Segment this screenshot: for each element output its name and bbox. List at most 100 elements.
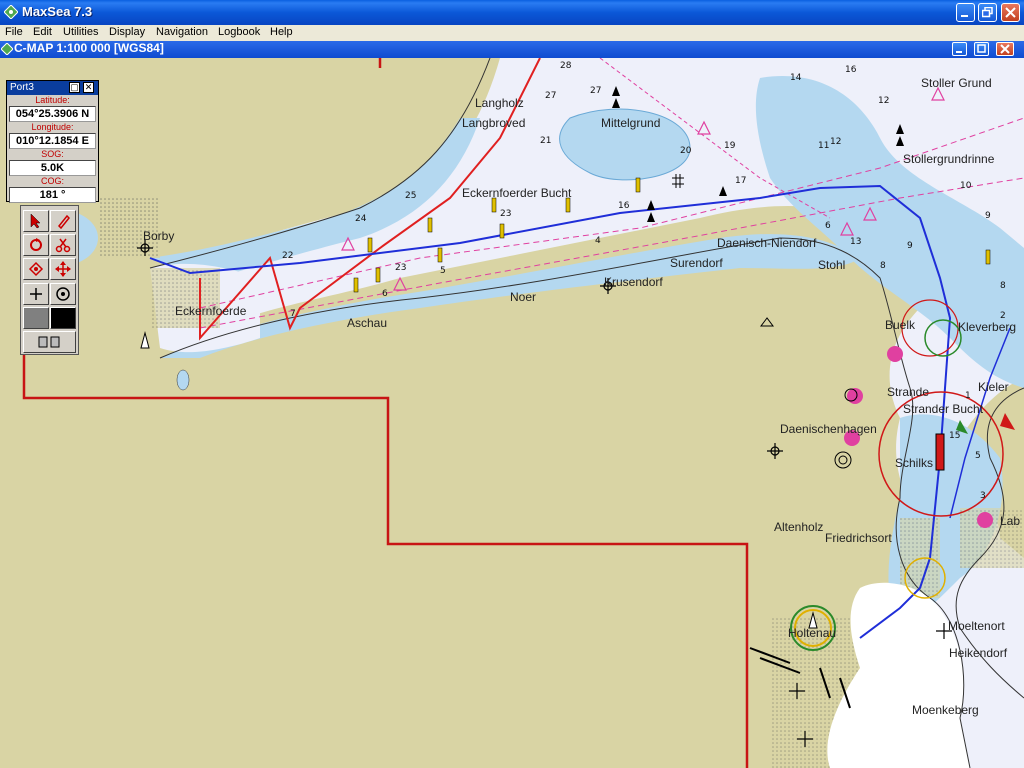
place-label: Schilks xyxy=(895,456,934,470)
menu-utilities[interactable]: Utilities xyxy=(63,26,98,38)
chart-window-icon xyxy=(1,43,13,55)
place-label: Stohl xyxy=(818,258,846,272)
menu-logbook[interactable]: Logbook xyxy=(218,26,260,38)
maxsea-app-icon xyxy=(4,5,18,19)
color-swatch-grey[interactable] xyxy=(23,307,49,329)
svg-text:23: 23 xyxy=(500,209,511,219)
menu-navigation[interactable]: Navigation xyxy=(156,26,208,38)
place-label: Friedrichsort xyxy=(825,531,892,545)
place-label: Moenkeberg xyxy=(912,703,979,717)
menu-bar: File Edit Utilities Display Navigation L… xyxy=(0,25,1024,41)
color-swatch-black[interactable] xyxy=(50,307,76,329)
tool-palette xyxy=(20,205,79,355)
svg-text:9: 9 xyxy=(985,211,991,221)
urban-area-eckernfoerde xyxy=(150,268,220,328)
rotate-icon xyxy=(30,238,42,251)
restore-button[interactable] xyxy=(978,3,997,22)
target-tool-button[interactable] xyxy=(50,283,76,305)
peak-symbol-icon xyxy=(760,317,774,327)
restore-icon xyxy=(982,7,993,18)
svg-text:16: 16 xyxy=(618,201,630,211)
nav-panel-title-bar[interactable]: Port3 ▢ ✕ xyxy=(7,81,98,95)
scissors-tool-button[interactable] xyxy=(50,234,76,256)
place-label: Daenischenhagen xyxy=(780,422,877,436)
move-tool-button[interactable] xyxy=(50,258,76,280)
svg-text:5: 5 xyxy=(975,451,981,461)
svg-text:15: 15 xyxy=(949,431,960,441)
place-label: Eckernfoerder Bucht xyxy=(462,186,572,200)
place-label: Noer xyxy=(510,290,537,304)
svg-text:20: 20 xyxy=(680,146,692,156)
chart-window-title-bar[interactable]: C-MAP 1:100 000 [WGS84] xyxy=(0,41,1024,58)
lake xyxy=(176,369,190,391)
cog-value: 181 ° xyxy=(9,187,96,203)
svg-text:19: 19 xyxy=(724,141,736,151)
place-label: Lab xyxy=(1000,514,1021,528)
svg-text:17: 17 xyxy=(735,176,746,186)
pointer-icon xyxy=(30,213,41,229)
chart-canvas[interactable]: 282727 211411 161217 2524 23 222320 19161… xyxy=(0,58,1024,768)
nautical-chart[interactable]: 28 27 27 21 14 11 16 12 17 25 24 23 22 23 20 19 16 1… xyxy=(0,58,1024,768)
crosshair-tool-button[interactable] xyxy=(23,283,49,305)
place-label: Holtenau xyxy=(788,626,837,640)
place-label: Moeltenort xyxy=(948,619,1005,633)
svg-text:13: 13 xyxy=(850,237,861,247)
menu-edit[interactable]: Edit xyxy=(33,26,52,38)
svg-text:12: 12 xyxy=(830,137,841,147)
scissors-icon xyxy=(55,238,71,253)
close-button[interactable] xyxy=(1001,3,1020,22)
latitude-label: Latitude: xyxy=(35,95,70,105)
longitude-value: 010°12.1854 E xyxy=(9,133,96,149)
svg-text:9: 9 xyxy=(907,241,913,251)
close-icon xyxy=(1000,44,1010,54)
menu-file[interactable]: File xyxy=(5,26,23,38)
place-label: Stoller Grund xyxy=(921,76,992,90)
app-title-bar[interactable]: MaxSea 7.3 xyxy=(0,0,1024,25)
svg-text:21: 21 xyxy=(540,136,551,146)
nav-panel-close-button[interactable]: ✕ xyxy=(83,82,94,93)
place-label: Kieler xyxy=(978,380,1009,394)
window-title: MaxSea 7.3 xyxy=(22,4,93,19)
lighthouse-icon xyxy=(140,331,818,629)
minimize-icon xyxy=(961,15,968,17)
chart-minimize-button[interactable] xyxy=(952,42,967,56)
nav-panel-restore-button[interactable]: ▢ xyxy=(69,82,80,93)
svg-text:16: 16 xyxy=(845,65,857,75)
route-icon xyxy=(28,261,44,277)
svg-text:23: 23 xyxy=(395,263,406,273)
pencil-tool-button[interactable] xyxy=(50,210,76,232)
place-label: Daenisch-Niendorf xyxy=(717,236,817,250)
place-label: Surendorf xyxy=(670,256,723,270)
svg-text:27: 27 xyxy=(545,91,556,101)
route-tool-button[interactable] xyxy=(23,258,49,280)
menu-display[interactable]: Display xyxy=(109,26,145,38)
svg-text:11: 11 xyxy=(818,141,829,151)
chart-window-title: C-MAP 1:100 000 [WGS84] xyxy=(14,41,164,55)
wind-arrow-icon xyxy=(1000,413,1015,430)
svg-text:5: 5 xyxy=(440,266,446,276)
place-label: Strande xyxy=(887,385,930,399)
nav-data-panel[interactable]: Port3 ▢ ✕ Latitude: 054°25.3906 N Longit… xyxy=(6,80,99,203)
menu-help[interactable]: Help xyxy=(270,26,293,38)
layers-tool-button[interactable] xyxy=(23,331,76,353)
svg-text:8: 8 xyxy=(1000,281,1006,291)
pointer-tool-button[interactable] xyxy=(23,210,49,232)
vessel-position-icon[interactable] xyxy=(935,433,945,471)
place-label: Mittelgrund xyxy=(601,116,661,130)
svg-text:3: 3 xyxy=(980,491,986,501)
place-label: Heikendorf xyxy=(949,646,1008,660)
close-icon xyxy=(1005,7,1016,18)
svg-text:1: 1 xyxy=(965,391,971,401)
minimize-icon xyxy=(956,51,962,53)
minimize-button[interactable] xyxy=(956,3,975,22)
place-label: Stollergrundrinne xyxy=(903,152,995,166)
chart-maximize-button[interactable] xyxy=(974,42,989,56)
rotate-tool-button[interactable] xyxy=(23,234,49,256)
svg-text:25: 25 xyxy=(405,191,416,201)
svg-text:8: 8 xyxy=(880,261,886,271)
urban-area-borby xyxy=(100,198,160,258)
latitude-value: 054°25.3906 N xyxy=(9,106,96,122)
layers-icon xyxy=(38,336,59,348)
chart-close-button[interactable] xyxy=(996,42,1014,56)
place-label: Strander Bucht xyxy=(903,402,984,416)
